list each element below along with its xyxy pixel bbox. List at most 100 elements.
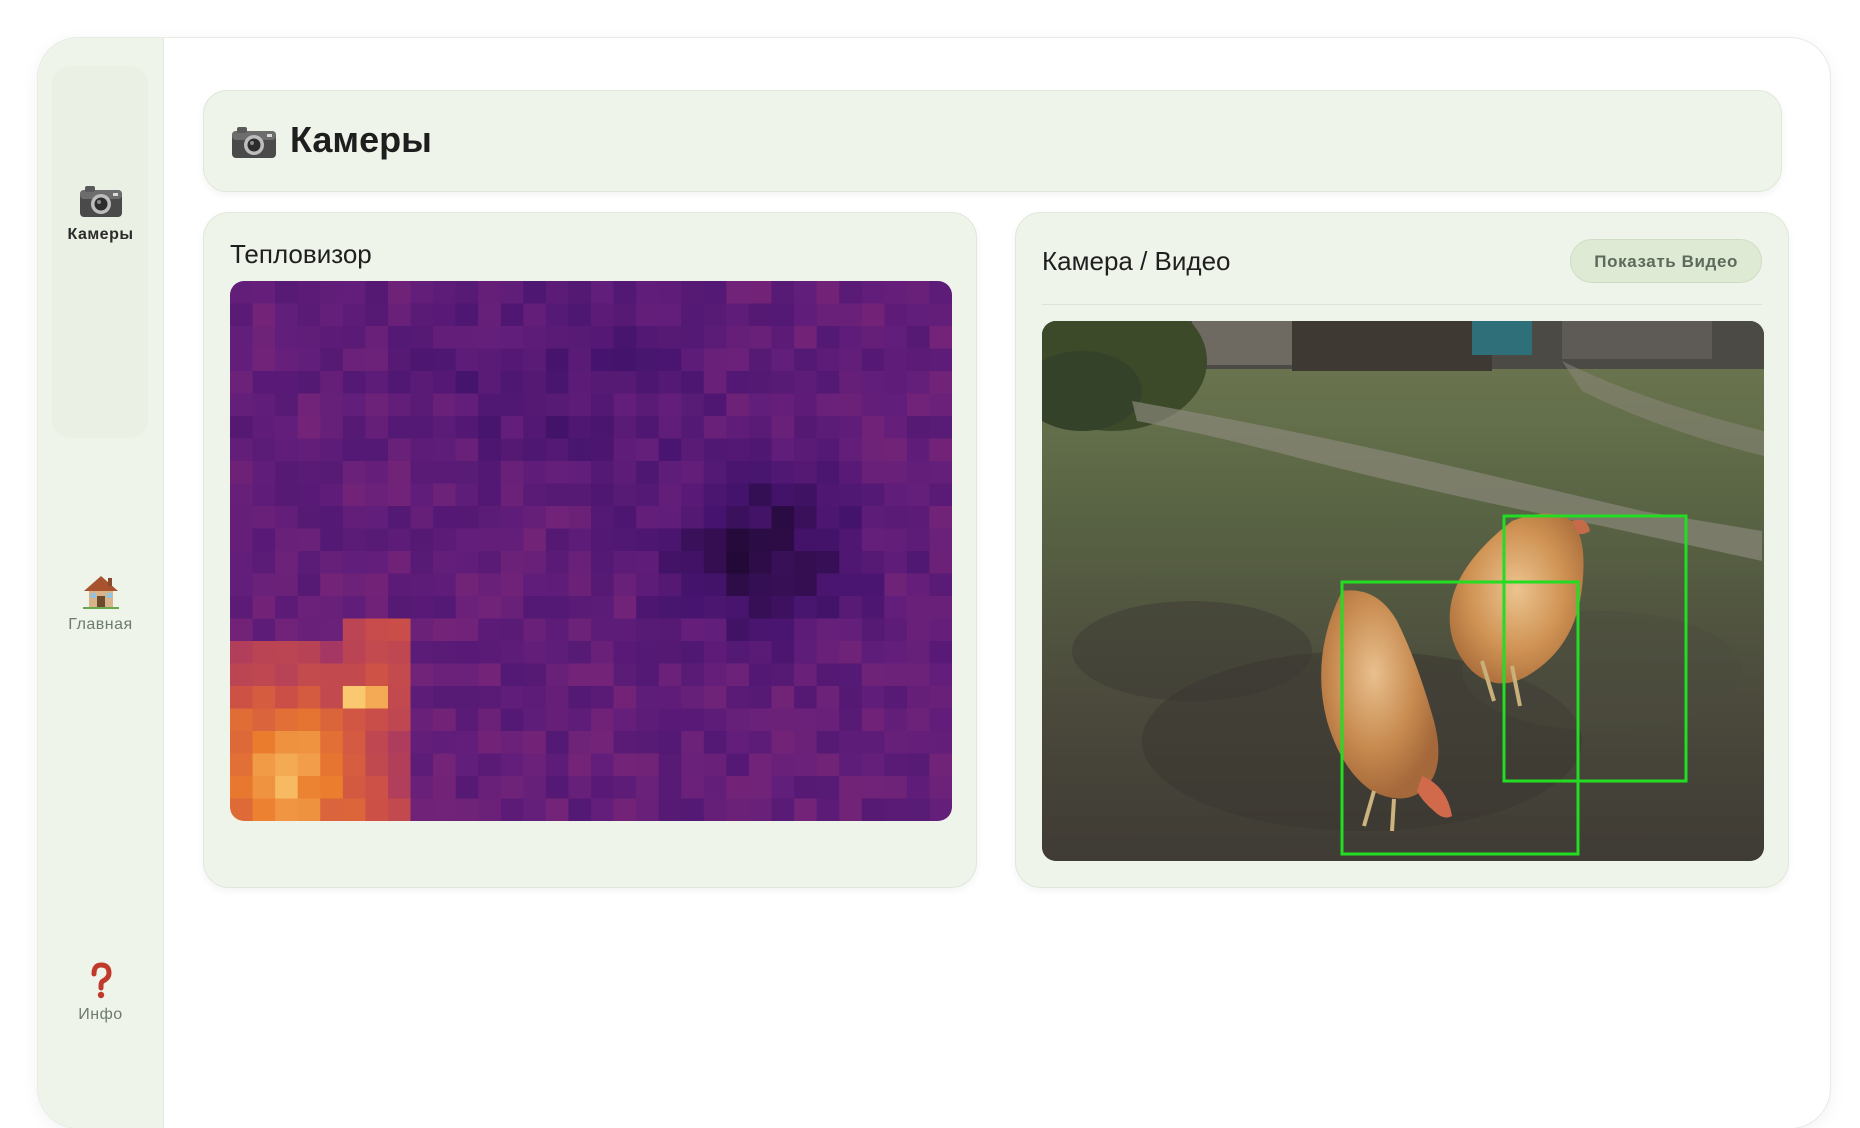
thermal-pixel [839,708,863,732]
thermal-pixel [252,641,276,665]
thermal-pixel [275,596,299,620]
thermal-pixel [320,281,344,305]
sidebar-item-info[interactable]: Инфо [38,962,163,1024]
thermal-pixel [275,663,299,687]
thermal-pixel [523,506,547,530]
thermal-pixel [297,753,321,777]
thermal-pixel [500,663,524,687]
thermal-pixel [252,596,276,620]
thermal-pixel [681,438,705,462]
thermal-pixel [771,416,795,440]
thermal-pixel [884,663,908,687]
thermal-pixel [568,281,592,305]
thermal-pixel [929,753,952,777]
thermal-pixel [275,528,299,552]
thermal-pixel [726,663,750,687]
thermal-pixel [771,528,795,552]
thermal-pixel [906,506,931,530]
thermal-pixel [861,416,885,440]
thermal-pixel [771,708,795,732]
thermal-pixel [748,618,773,642]
thermal-pixel [387,483,412,507]
thermal-pixel [794,438,818,462]
thermal-pixel [636,551,660,575]
thermal-pixel [410,461,434,485]
thermal-pixel [771,618,795,642]
thermal-pixel [816,708,840,732]
camera-icon [232,127,276,158]
thermal-pixel [591,686,615,710]
thermal-pixel [861,596,885,620]
thermal-pixel [906,416,931,440]
thermal-pixel [591,641,615,665]
thermal-pixel [636,528,660,552]
camera-icon [79,186,122,217]
thermal-pixel [884,281,908,305]
thermal-pixel [433,506,457,530]
thermal-pixel [906,371,931,395]
thermal-pixel [591,753,615,777]
thermal-pixel [816,483,840,507]
thermal-pixel [478,281,502,305]
thermal-pixel [455,438,479,462]
thermal-pixel [658,281,682,305]
thermal-pixel [906,438,931,462]
thermal-pixel [342,483,366,507]
thermal-pixel [320,618,344,642]
thermal-pixel [636,573,660,597]
thermal-pixel [545,663,570,687]
thermal-pixel [320,708,344,732]
thermal-pixel [275,483,299,507]
thermal-pixel [884,528,908,552]
thermal-pixel [252,506,276,530]
thermal-pixel [636,618,660,642]
thermal-pixel [613,326,637,350]
thermal-pixel [839,461,863,485]
thermal-pixel [500,303,524,327]
thermal-pixel [703,281,727,305]
thermal-pixel [681,618,705,642]
thermal-pixel [342,371,366,395]
thermal-pixel [884,393,908,417]
thermal-pixel [591,461,615,485]
thermal-pixel [748,708,773,732]
thermal-pixel [478,618,502,642]
thermal-pixel [365,708,389,732]
thermal-pixel [433,731,457,755]
thermal-pixel [478,393,502,417]
show-video-button[interactable]: Показать Видео [1570,239,1762,283]
sidebar-item-home[interactable]: Главная [38,572,163,634]
thermal-pixel [816,776,840,800]
thermal-pixel [230,753,254,777]
thermal-pixel [275,348,299,372]
thermal-pixel [523,776,547,800]
thermal-pixel [906,393,931,417]
sidebar-active-highlight [52,66,148,438]
thermal-pixel [230,663,254,687]
thermal-pixel [523,798,547,821]
thermal-pixel [906,596,931,620]
thermal-pixel [839,641,863,665]
thermal-pixel [230,776,254,800]
thermal-pixel [320,528,344,552]
thermal-pixel [591,393,615,417]
thermal-pixel [771,281,795,305]
thermal-pixel [478,798,502,821]
thermal-pixel [681,281,705,305]
thermal-pixel [410,348,434,372]
thermal-pixel [658,551,682,575]
thermal-pixel [568,393,592,417]
thermal-pixel [387,618,412,642]
thermal-pixel [297,686,321,710]
thermal-pixel [681,461,705,485]
thermal-pixel [455,573,479,597]
thermal-pixel [365,753,389,777]
sidebar-item-cameras[interactable]: Камеры [38,182,163,244]
thermal-pixel [906,686,931,710]
thermal-pixel [681,371,705,395]
thermal-pixel [861,303,885,327]
thermal-pixel [545,753,570,777]
thermal-pixel [816,798,840,821]
thermal-pixel [771,303,795,327]
thermal-pixel [297,281,321,305]
